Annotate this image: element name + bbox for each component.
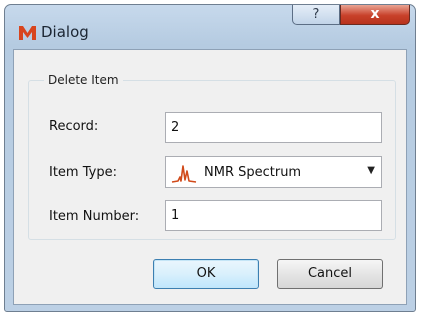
help-button[interactable]: ? [292,5,340,25]
cancel-button[interactable]: Cancel [277,259,383,289]
window-title: Dialog [41,23,89,41]
record-input[interactable]: 2 [165,112,382,143]
group-title: Delete Item [44,73,123,87]
item-type-dropdown[interactable]: NMR Spectrum ▼ [165,156,382,188]
item-number-label: Item Number: [49,209,140,224]
app-logo-icon [19,25,36,40]
ok-button[interactable]: OK [153,259,259,289]
record-label: Record: [49,119,99,134]
nmr-spectrum-icon [171,163,197,183]
item-type-label: Item Type: [49,165,117,180]
item-type-value: NMR Spectrum [204,165,302,180]
chevron-down-icon[interactable]: ▼ [367,165,375,176]
close-button[interactable]: x [340,5,410,25]
item-number-input[interactable]: 1 [165,200,382,231]
